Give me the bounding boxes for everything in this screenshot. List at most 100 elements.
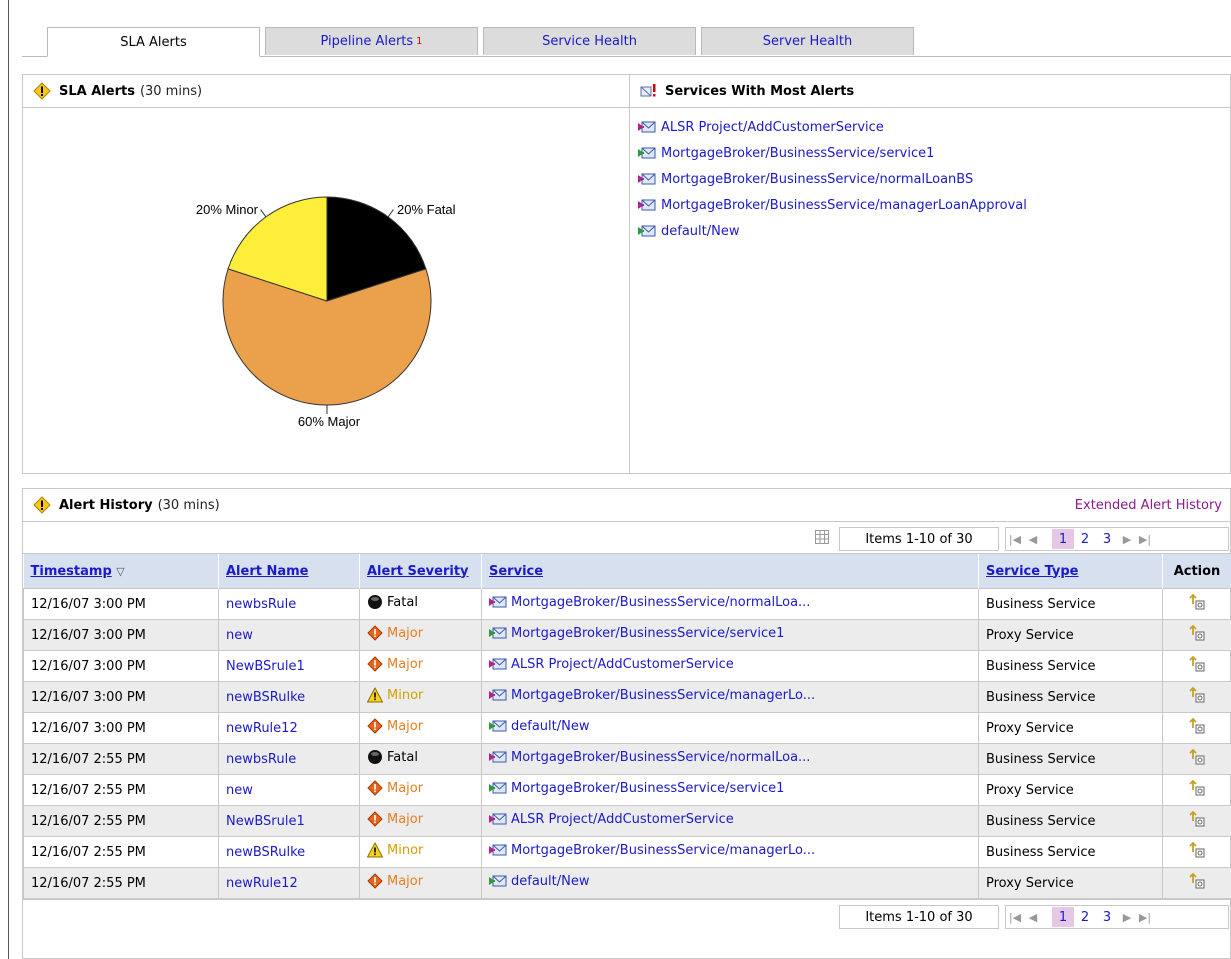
prev-page-icon[interactable]: ◀ — [1024, 533, 1042, 546]
service-link[interactable]: MortgageBroker/BusinessService/normalLoa… — [489, 595, 810, 610]
panel-title: Services With Most Alerts — [665, 83, 855, 99]
service-type-cell: Business Service — [978, 588, 1163, 620]
prev-page-icon[interactable]: ◀ — [1024, 911, 1042, 924]
alert-detail-icon[interactable] — [1188, 624, 1206, 642]
service-link[interactable]: ALSR Project/AddCustomerService — [489, 657, 734, 672]
page-3-link[interactable]: 3 — [1096, 529, 1118, 549]
tab-pipeline-alerts[interactable]: Pipeline Alerts 1 — [265, 27, 478, 55]
alert-name-link[interactable]: newbsRule — [226, 752, 296, 767]
service-link[interactable]: ALSR Project/AddCustomerService — [489, 812, 734, 827]
col-alert-name[interactable]: Alert Name — [218, 554, 360, 589]
page-3-link[interactable]: 3 — [1096, 907, 1118, 927]
service-link[interactable]: MortgageBroker/BusinessService/managerLo… — [489, 843, 815, 858]
col-timestamp[interactable]: Timestamp ▽ — [23, 554, 219, 589]
alert-name-link[interactable]: newRule12 — [226, 721, 298, 736]
service-link[interactable]: MortgageBroker/BusinessService/normalLoa… — [630, 166, 1230, 192]
first-page-icon[interactable]: |◀ — [1006, 911, 1024, 924]
table-body: 12/16/07 3:00 PM newbsRule Fatal MortgageBr… — [23, 588, 1231, 899]
page-1-link[interactable]: 1 — [1052, 907, 1074, 927]
alert-name-link[interactable]: new — [226, 628, 253, 643]
services-most-alerts-panel: Services With Most Alerts ALSR Project/A… — [629, 74, 1231, 474]
tab-server-health[interactable]: Server Health — [701, 27, 914, 55]
alert-detail-icon[interactable] — [1188, 593, 1206, 611]
severity-cell: Major — [359, 650, 482, 682]
action-cell — [1162, 681, 1231, 713]
alert-name-link[interactable]: newRule12 — [226, 876, 298, 891]
service-link[interactable]: default/New — [489, 874, 589, 889]
next-page-icon[interactable]: ▶ — [1118, 911, 1136, 924]
minor-severity-icon — [367, 687, 383, 703]
col-action: Action — [1162, 554, 1231, 589]
sort-severity-link[interactable]: Alert Severity — [367, 564, 469, 579]
sort-timestamp-link[interactable]: Timestamp — [31, 564, 112, 579]
last-page-icon[interactable]: ▶| — [1136, 533, 1154, 546]
alert-detail-icon[interactable] — [1188, 810, 1206, 828]
page-1-link[interactable]: 1 — [1052, 529, 1074, 549]
alert-detail-icon[interactable] — [1188, 686, 1206, 704]
pie-slice-label: 20% Minor — [196, 202, 259, 217]
service-link[interactable]: MortgageBroker/BusinessService/managerLo… — [630, 192, 1230, 218]
sort-alert-name-link[interactable]: Alert Name — [226, 564, 309, 579]
business-service-icon — [638, 173, 656, 185]
alert-name-cell: newRule12 — [218, 712, 360, 744]
severity-cell: Major — [359, 774, 482, 806]
service-link[interactable]: MortgageBroker/BusinessService/managerLo… — [489, 688, 815, 703]
service-link-label: MortgageBroker/BusinessService/normalLoa… — [661, 171, 974, 187]
service-link[interactable]: MortgageBroker/BusinessService/normalLoa… — [489, 750, 810, 765]
timestamp-cell: 12/16/07 2:55 PM — [23, 836, 219, 868]
page-2-link[interactable]: 2 — [1074, 907, 1096, 927]
alert-detail-icon[interactable] — [1188, 872, 1206, 890]
service-cell: MortgageBroker/BusinessService/service1 — [481, 774, 979, 806]
panel-subtitle: (30 mins) — [157, 497, 220, 513]
alert-detail-icon[interactable] — [1188, 779, 1206, 797]
business-service-icon — [489, 689, 507, 701]
service-link[interactable]: MortgageBroker/BusinessService/service1 — [489, 626, 784, 641]
service-type-cell: Business Service — [978, 743, 1163, 775]
service-cell: MortgageBroker/BusinessService/managerLo… — [481, 836, 979, 868]
alert-name-link[interactable]: NewBSrule1 — [226, 659, 305, 674]
alert-name-link[interactable]: newBSRulke — [226, 690, 305, 705]
alert-name-link[interactable]: newBSRulke — [226, 845, 305, 860]
service-link[interactable]: MortgageBroker/BusinessService/service1 — [630, 140, 1230, 166]
first-page-icon[interactable]: |◀ — [1006, 533, 1024, 546]
alert-name-cell: newBSRulke — [218, 836, 360, 868]
timestamp-cell: 12/16/07 3:00 PM — [23, 588, 219, 620]
alert-detail-icon[interactable] — [1188, 841, 1206, 859]
alert-detail-icon[interactable] — [1188, 748, 1206, 766]
next-page-icon[interactable]: ▶ — [1118, 533, 1136, 546]
tab-label: Service Health — [542, 34, 637, 49]
tab-service-health[interactable]: Service Health — [483, 27, 696, 55]
table-row: 12/16/07 2:55 PM new Major MortgageBroker/B… — [23, 774, 1231, 806]
major-severity-icon — [367, 625, 383, 641]
col-service-type[interactable]: Service Type — [978, 554, 1163, 589]
severity-cell: Minor — [359, 836, 482, 868]
table-settings-icon[interactable] — [815, 530, 829, 544]
sort-service-link[interactable]: Service — [489, 564, 543, 579]
service-link[interactable]: default/New — [489, 719, 589, 734]
panel-header: Services With Most Alerts — [630, 75, 1230, 108]
service-type-cell: Business Service — [978, 805, 1163, 837]
service-link-label: MortgageBroker/BusinessService/service1 — [661, 145, 935, 161]
alert-name-link[interactable]: new — [226, 783, 253, 798]
service-link[interactable]: ALSR Project/AddCustomerService — [630, 114, 1230, 140]
extended-alert-history-link[interactable]: Extended Alert History — [1075, 498, 1222, 513]
timestamp-cell: 12/16/07 3:00 PM — [23, 712, 219, 744]
timestamp-cell: 12/16/07 2:55 PM — [23, 774, 219, 806]
page-2-link[interactable]: 2 — [1074, 529, 1096, 549]
alert-detail-icon[interactable] — [1188, 717, 1206, 735]
service-type-cell: Proxy Service — [978, 867, 1163, 899]
service-link[interactable]: default/New — [630, 218, 1230, 244]
alert-name-link[interactable]: newbsRule — [226, 597, 296, 612]
major-severity-icon — [367, 780, 383, 796]
service-link[interactable]: MortgageBroker/BusinessService/service1 — [489, 781, 784, 796]
col-alert-severity[interactable]: Alert Severity — [359, 554, 482, 589]
sort-service-type-link[interactable]: Service Type — [986, 564, 1079, 579]
tab-sla-alerts[interactable]: SLA Alerts — [47, 27, 260, 57]
alert-name-link[interactable]: NewBSrule1 — [226, 814, 305, 829]
alert-name-cell: new — [218, 774, 360, 806]
col-service[interactable]: Service — [481, 554, 979, 589]
proxy-service-icon — [489, 875, 507, 887]
alert-detail-icon[interactable] — [1188, 655, 1206, 673]
last-page-icon[interactable]: ▶| — [1136, 911, 1154, 924]
action-cell — [1162, 712, 1231, 744]
